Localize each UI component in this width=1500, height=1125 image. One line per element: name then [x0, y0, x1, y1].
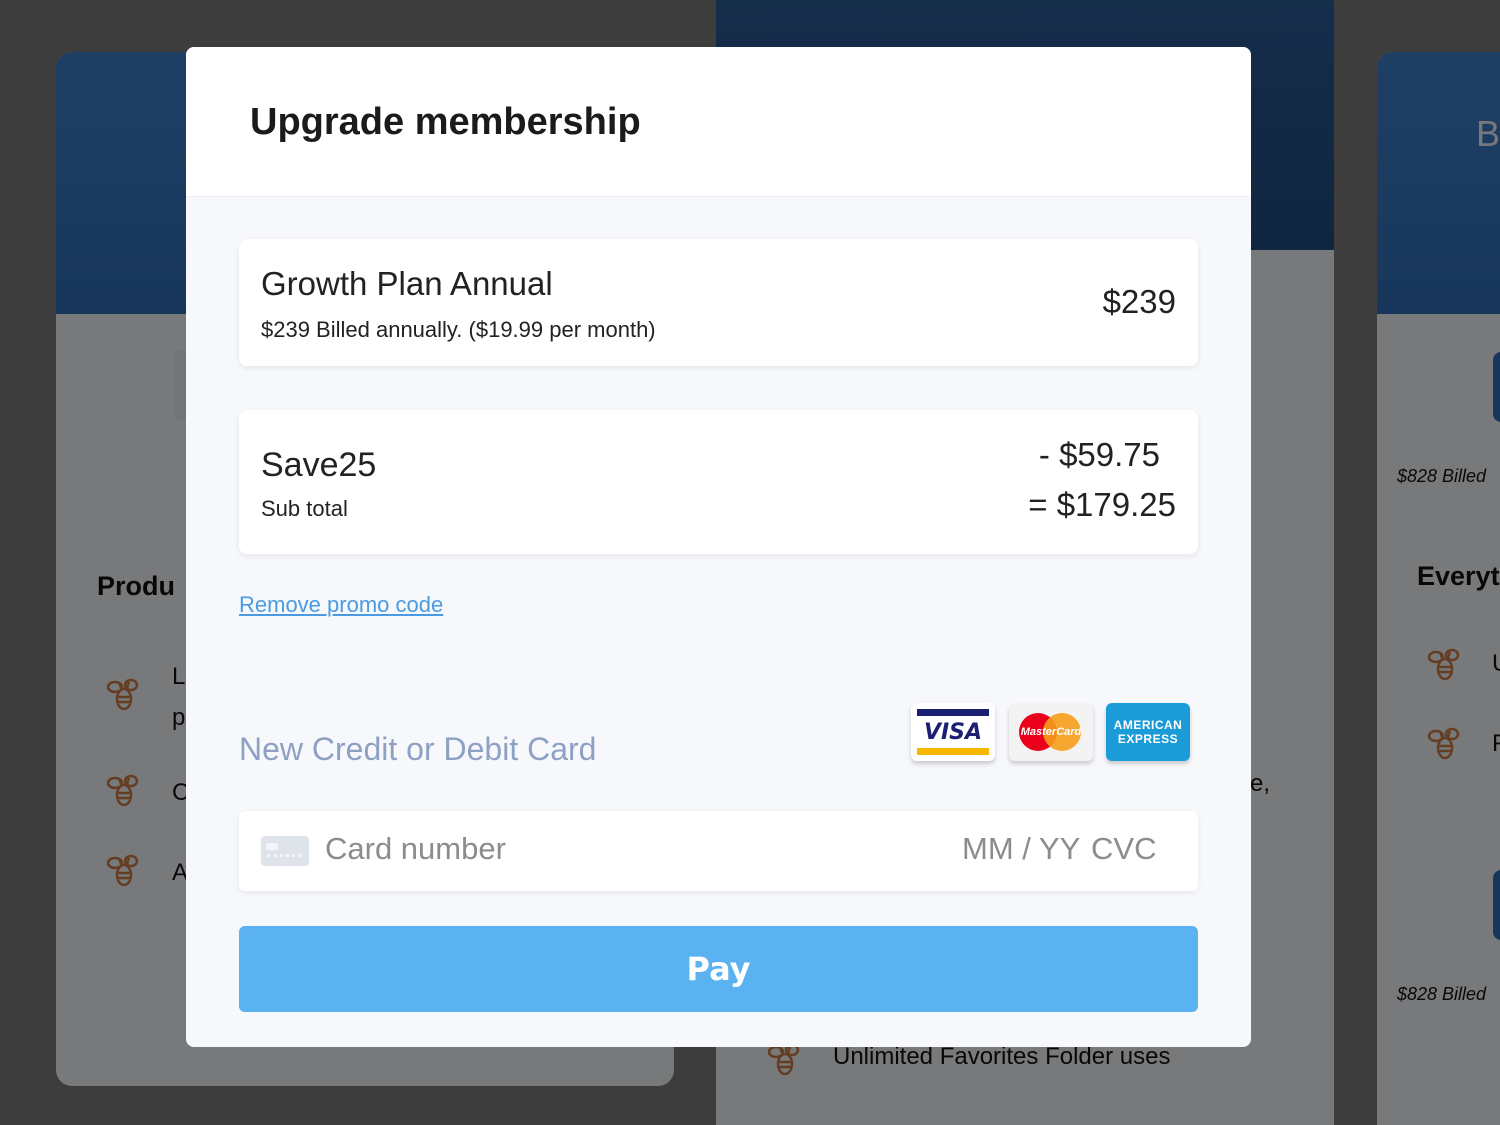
card-number-input[interactable]: Card number	[325, 831, 506, 867]
amex-logo-text-2: EXPRESS	[1117, 732, 1179, 746]
promo-summary: Save25 Sub total - $59.75 = $179.25	[239, 410, 1198, 554]
mastercard-logo-text: MasterCard	[1020, 726, 1082, 738]
promo-discount: - $59.75	[1038, 436, 1160, 473]
visa-logo: VISA	[911, 703, 995, 761]
pay-button[interactable]: Pay	[239, 926, 1198, 1012]
card-expiry-input[interactable]: MM / YY	[962, 831, 1080, 867]
visa-logo-text: VISA	[923, 719, 983, 745]
card-section-title: New Credit or Debit Card	[239, 731, 597, 767]
amex-logo-text-1: AMERICAN	[1113, 718, 1183, 732]
subtotal-label: Sub total	[261, 496, 348, 521]
modal-title: Upgrade membership	[250, 101, 641, 143]
credit-card-icon	[261, 836, 309, 866]
plan-description: $239 Billed annually. ($19.99 per month)	[261, 317, 656, 342]
promo-code: Save25	[261, 446, 377, 484]
plan-summary: Growth Plan Annual $239 Billed annually.…	[239, 239, 1198, 366]
remove-promo-link[interactable]: Remove promo code	[239, 592, 443, 618]
upgrade-modal: Upgrade membership Growth Plan Annual $2…	[186, 47, 1251, 1047]
amex-logo: AMERICAN EXPRESS	[1106, 703, 1190, 761]
mastercard-logo: MasterCard	[1009, 703, 1093, 761]
card-input-field[interactable]: Card number MM / YY CVC	[239, 811, 1198, 891]
plan-price: $239	[1102, 283, 1176, 320]
plan-name: Growth Plan Annual	[261, 265, 553, 302]
modal-header: Upgrade membership	[186, 47, 1251, 197]
subtotal-value: = $179.25	[1028, 486, 1176, 523]
card-cvc-input[interactable]: CVC	[1091, 831, 1156, 867]
